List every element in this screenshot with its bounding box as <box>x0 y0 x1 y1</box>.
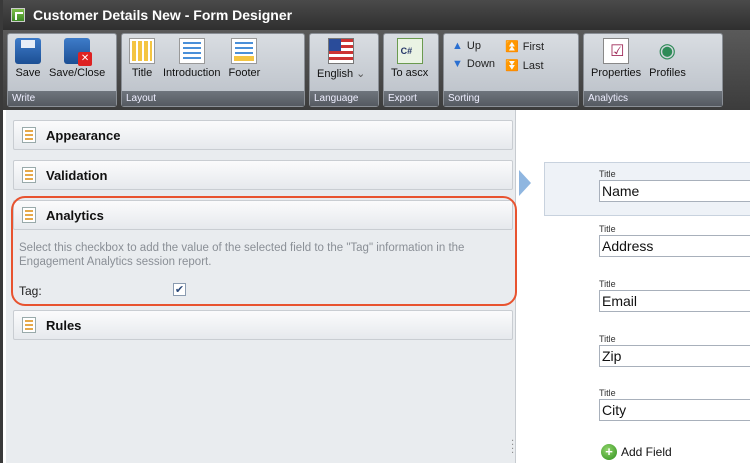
form-designer-window: Customer Details New - Form Designer Sav… <box>0 0 750 463</box>
save-label: Save <box>15 67 41 79</box>
last-button[interactable]: ⏬ Last <box>505 59 544 73</box>
last-label: Last <box>522 59 544 72</box>
title-bar: Customer Details New - Form Designer <box>3 0 750 30</box>
selected-pointer-arrow <box>519 170 531 196</box>
form-field-city[interactable]: Title City <box>599 388 750 421</box>
pane-splitter-handle[interactable]: · · · · <box>511 437 514 459</box>
arrow-down-icon: ▼ <box>452 58 463 70</box>
up-label: Up <box>466 40 481 52</box>
section-validation[interactable]: Validation <box>13 160 513 190</box>
save-icon <box>15 38 41 64</box>
up-button[interactable]: ▲ Up <box>452 40 495 52</box>
first-label: First <box>522 40 545 53</box>
section-appearance[interactable]: Appearance <box>13 120 513 150</box>
group-label-write: Write <box>8 91 116 106</box>
language-value: English ⌄ <box>317 68 366 80</box>
form-field-address[interactable]: Title Address <box>599 224 750 257</box>
ribbon-group-write: Save Save/Close Write <box>7 33 117 107</box>
ribbon-group-layout: Title Introduction Footer Layout <box>121 33 305 107</box>
section-appearance-label: Appearance <box>46 127 121 143</box>
footer-icon <box>231 38 258 64</box>
save-button[interactable]: Save <box>12 38 44 90</box>
us-flag-icon <box>328 38 355 64</box>
field-input[interactable]: Email <box>599 290 750 312</box>
field-input[interactable]: Name <box>599 180 750 202</box>
save-close-icon <box>64 38 93 66</box>
title-layout-icon <box>129 38 155 64</box>
add-icon: + <box>601 444 617 460</box>
ribbon-group-export: To ascx Export <box>383 33 439 107</box>
save-close-button[interactable]: Save/Close <box>46 38 108 90</box>
window-title: Customer Details New - Form Designer <box>33 7 293 23</box>
language-dropdown[interactable]: English ⌄ <box>314 38 368 90</box>
to-ascx-label: To ascx <box>391 67 429 79</box>
chevron-down-icon: ⌄ <box>356 68 366 80</box>
field-label: Title <box>599 388 616 398</box>
first-button[interactable]: ⏫ First <box>505 40 545 54</box>
group-label-sorting: Sorting <box>444 91 578 106</box>
ribbon-group-analytics: Properties Profiles Analytics <box>583 33 723 107</box>
ribbon-group-language: English ⌄ Language <box>309 33 379 107</box>
form-field-zip[interactable]: Title Zip <box>599 334 750 367</box>
group-label-layout: Layout <box>122 91 304 106</box>
document-icon <box>22 317 36 333</box>
form-field-email[interactable]: Title Email <box>599 279 750 312</box>
profiles-button[interactable]: Profiles <box>646 38 689 90</box>
introduction-button[interactable]: Introduction <box>160 38 223 90</box>
group-label-language: Language <box>310 91 378 106</box>
field-input[interactable]: Address <box>599 235 750 257</box>
field-input[interactable]: Zip <box>599 345 750 367</box>
field-label: Title <box>599 279 616 289</box>
arrow-up-icon: ▲ <box>452 40 463 52</box>
document-icon <box>22 167 36 183</box>
double-arrow-down-icon: ⏬ <box>505 60 519 72</box>
form-field-name[interactable]: Title Name <box>599 169 750 202</box>
section-analytics[interactable]: Analytics <box>13 200 513 230</box>
title-button[interactable]: Title <box>126 38 158 90</box>
section-rules-label: Rules <box>46 317 82 333</box>
add-field-button[interactable]: + Add Field <box>601 444 672 460</box>
section-rules[interactable]: Rules <box>13 310 513 340</box>
footer-label: Footer <box>228 67 261 79</box>
field-label: Title <box>599 224 616 234</box>
down-button[interactable]: ▼ Down <box>452 58 495 70</box>
app-icon <box>11 8 25 22</box>
down-label: Down <box>466 58 496 70</box>
ribbon-group-sorting: ▲ Up ▼ Down ⏫ First ⏬ Last Sorting <box>443 33 579 107</box>
properties-button[interactable]: Properties <box>588 38 644 90</box>
footer-button[interactable]: Footer <box>225 38 263 90</box>
document-icon <box>22 127 36 143</box>
group-label-export: Export <box>384 91 438 106</box>
to-ascx-button[interactable]: To ascx <box>388 38 431 90</box>
profiles-label: Profiles <box>649 67 686 79</box>
double-arrow-up-icon: ⏫ <box>505 41 519 53</box>
properties-label: Properties <box>591 67 642 79</box>
section-analytics-label: Analytics <box>46 207 104 223</box>
section-validation-label: Validation <box>46 167 108 183</box>
add-field-label: Add Field <box>621 445 672 459</box>
ribbon: Save Save/Close Write Title Introduction… <box>3 30 750 110</box>
tag-checkbox[interactable]: ✔ <box>173 283 186 296</box>
title-label: Title <box>131 67 153 79</box>
field-input[interactable]: City <box>599 399 750 421</box>
field-label: Title <box>599 169 616 179</box>
document-icon <box>22 207 36 223</box>
field-label: Title <box>599 334 616 344</box>
tag-label: Tag: <box>19 284 42 298</box>
group-label-analytics: Analytics <box>584 91 722 106</box>
analytics-help-text: Select this checkbox to add the value of… <box>19 242 465 268</box>
save-close-label: Save/Close <box>49 67 106 79</box>
csharp-file-icon <box>396 38 423 64</box>
profiles-icon <box>654 38 680 64</box>
properties-icon <box>603 38 630 64</box>
introduction-icon <box>178 38 205 64</box>
introduction-label: Introduction <box>163 67 221 79</box>
